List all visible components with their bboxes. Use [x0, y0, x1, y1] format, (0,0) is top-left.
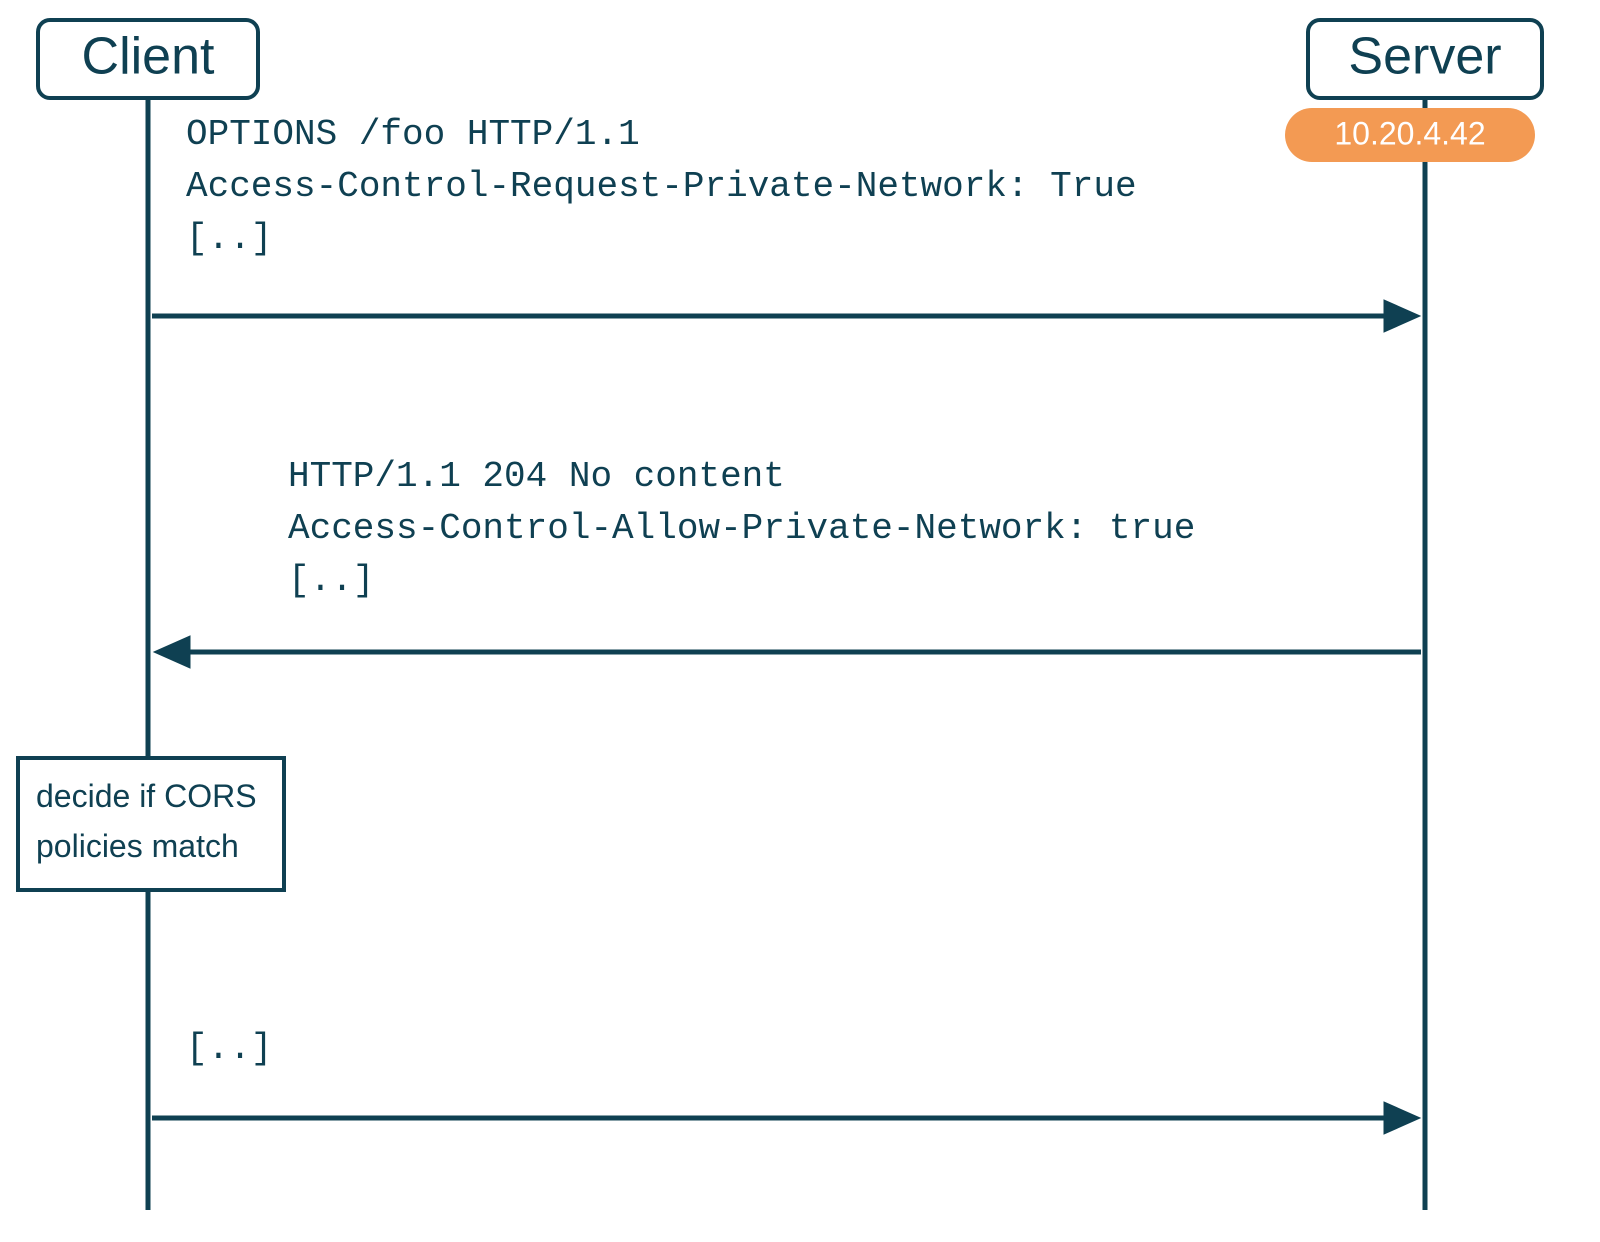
request-line-1: OPTIONS /foo HTTP/1.1	[186, 114, 640, 155]
followup-message: [..]	[186, 1028, 272, 1069]
server-ip-text: 10.20.4.42	[1334, 115, 1485, 151]
response-line-2: Access-Control-Allow-Private-Network: tr…	[288, 508, 1195, 549]
request-line-2: Access-Control-Request-Private-Network: …	[186, 166, 1137, 207]
cors-note-line-2: policies match	[36, 828, 239, 864]
response-line-1: HTTP/1.1 204 No content	[288, 456, 785, 497]
server-label: Server	[1348, 28, 1501, 86]
server-ip-badge: 10.20.4.42	[1285, 108, 1535, 162]
cors-note: decide if CORS policies match	[18, 758, 284, 890]
client-label: Client	[82, 28, 215, 86]
request-arrow	[152, 300, 1420, 332]
response-arrow	[154, 636, 1421, 668]
followup-line-1: [..]	[186, 1028, 272, 1069]
followup-arrow	[152, 1102, 1420, 1134]
response-message: HTTP/1.1 204 No content Access-Control-A…	[288, 456, 1195, 601]
server-actor: Server	[1308, 20, 1542, 98]
request-line-3: [..]	[186, 218, 272, 259]
cors-note-line-1: decide if CORS	[36, 778, 257, 814]
sequence-diagram: Client Server 10.20.4.42 OPTIONS /foo HT…	[0, 0, 1600, 1242]
client-actor: Client	[38, 20, 258, 98]
request-message: OPTIONS /foo HTTP/1.1 Access-Control-Req…	[186, 114, 1137, 259]
response-line-3: [..]	[288, 560, 374, 601]
